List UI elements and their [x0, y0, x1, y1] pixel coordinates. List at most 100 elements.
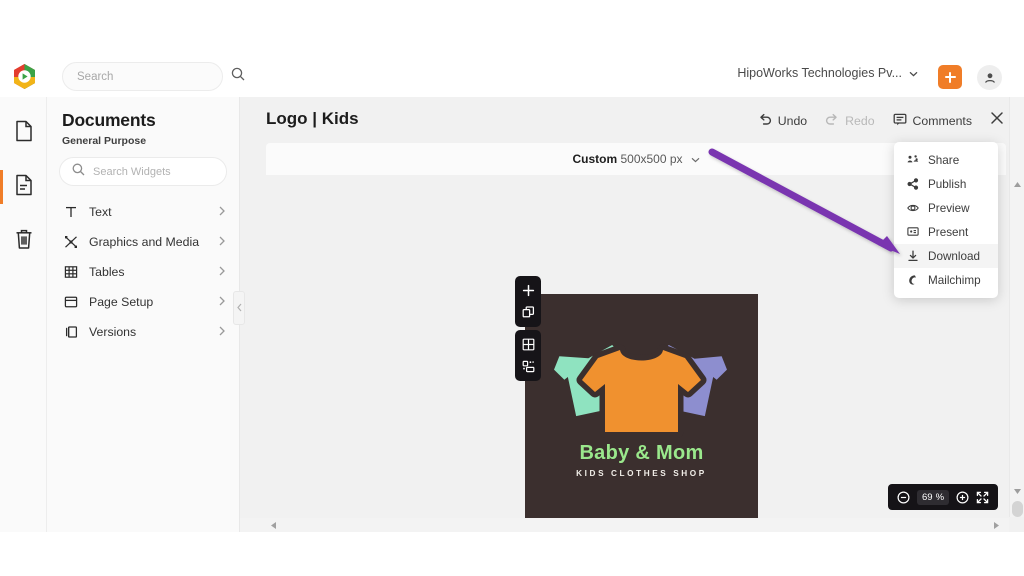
menu-item-label: Present — [928, 225, 969, 239]
caret-down-icon[interactable] — [1010, 484, 1024, 499]
global-search-input[interactable] — [77, 70, 231, 83]
menu-item-preview[interactable]: Preview — [894, 196, 998, 220]
zoom-in-circle-icon[interactable] — [956, 490, 969, 504]
eye-preview-icon — [906, 202, 919, 214]
grid-icon[interactable] — [522, 338, 535, 351]
undo-label: Undo — [777, 113, 808, 128]
artboard[interactable]: Baby & Mom KIDS CLOTHES SHOP — [525, 294, 758, 527]
canvas-layout-toolbar — [515, 330, 541, 381]
widget-search-input[interactable] — [93, 165, 235, 178]
comments-label: Comments — [912, 113, 972, 128]
editor-header-actions: Undo Redo Comments — [758, 111, 1004, 130]
menu-item-present[interactable]: Present — [894, 220, 998, 244]
menu-item-publish[interactable]: Publish — [894, 172, 998, 196]
versions-layers-icon — [63, 325, 78, 339]
widget-item-versions[interactable]: Versions — [47, 317, 240, 347]
zoho-hexagon-logo-icon[interactable] — [11, 63, 38, 90]
graphics-media-icon — [63, 235, 78, 249]
widget-item-label: Tables — [89, 265, 125, 279]
vertical-scrollbar-thumb[interactable] — [1012, 501, 1023, 517]
chevron-right-icon — [219, 236, 225, 249]
widget-item-text[interactable]: Text — [47, 197, 240, 227]
left-icon-rail — [0, 97, 47, 576]
top-bar: HipoWorks Technologies Pv... — [0, 0, 1024, 97]
redo-label: Redo — [845, 113, 875, 128]
comments-button[interactable]: Comments — [893, 113, 972, 129]
widget-item-graphics-and-media[interactable]: Graphics and Media — [47, 227, 240, 257]
plus-icon[interactable] — [522, 284, 535, 297]
duplicate-page-icon[interactable] — [522, 306, 535, 319]
redo-arrow-icon — [825, 113, 839, 129]
widget-item-page-setup[interactable]: Page Setup — [47, 287, 240, 317]
canvas-size-preset: Custom — [572, 152, 618, 166]
text-t-icon — [63, 205, 78, 219]
document-lines-icon — [14, 174, 34, 201]
caret-up-icon[interactable] — [1010, 177, 1024, 192]
widgets-panel: Documents General Purpose Text — [47, 97, 240, 576]
app-window: HipoWorks Technologies Pv... — [0, 0, 1024, 576]
chevron-right-icon — [219, 296, 225, 309]
menu-item-share[interactable]: Share — [894, 148, 998, 172]
widget-item-label: Graphics and Media — [89, 235, 200, 249]
org-selector[interactable]: HipoWorks Technologies Pv... — [737, 66, 918, 80]
menu-item-label: Share — [928, 153, 960, 167]
logo-artwork — [554, 344, 727, 438]
document-actions-menu: Share Publish Preview Present Download M… — [894, 142, 998, 298]
presentation-screen-icon — [906, 226, 919, 238]
chevron-down-icon — [909, 66, 918, 80]
zoom-out-circle-icon[interactable] — [897, 490, 910, 504]
undo-button[interactable]: Undo — [758, 113, 807, 129]
page-title: Logo | Kids — [266, 109, 359, 128]
footer-strip — [0, 532, 1024, 576]
menu-item-mailchimp[interactable]: Mailchimp — [894, 268, 998, 292]
logo-brand-name: Baby & Mom — [579, 442, 704, 464]
rail-item-document[interactable] — [0, 164, 47, 210]
widget-item-label: Page Setup — [89, 295, 154, 309]
editor-header: Logo | Kids Undo Redo Comments — [240, 97, 1024, 143]
horizontal-scrollbar[interactable] — [240, 518, 1009, 532]
close-editor-button[interactable] — [990, 111, 1004, 130]
widget-item-tables[interactable]: Tables — [47, 257, 240, 287]
widget-search-box[interactable] — [59, 157, 235, 186]
page-setup-icon — [63, 295, 78, 309]
zoom-number: 69 — [921, 491, 933, 503]
widget-list: Text Graphics and Media Tables Page Setu… — [47, 197, 240, 347]
rail-item-pages[interactable] — [0, 110, 47, 156]
share-people-icon — [906, 154, 919, 166]
trash-icon — [14, 228, 34, 255]
panel-collapse-handle[interactable] — [233, 291, 245, 325]
zoom-level-value[interactable]: 69 % — [916, 489, 950, 505]
chevron-left-icon — [236, 303, 242, 314]
table-grid-icon — [63, 265, 78, 279]
panel-subtitle: General Purpose — [62, 135, 147, 147]
download-arrow-icon — [906, 250, 919, 262]
user-avatar[interactable] — [977, 65, 1002, 90]
canvas-add-toolbar — [515, 276, 541, 327]
vertical-scrollbar[interactable] — [1009, 97, 1024, 517]
caret-right-icon[interactable] — [989, 518, 1003, 532]
publish-share-node-icon — [906, 178, 919, 190]
add-new-button[interactable] — [938, 65, 962, 89]
search-icon — [231, 67, 245, 86]
canvas-size-value: 500x500 px — [620, 152, 683, 166]
search-icon — [72, 163, 85, 181]
org-name-label: HipoWorks Technologies Pv... — [737, 66, 902, 80]
global-search-box[interactable] — [62, 62, 245, 91]
caret-left-icon[interactable] — [266, 518, 280, 532]
redo-button[interactable]: Redo — [825, 113, 875, 129]
fullscreen-expand-icon[interactable] — [976, 491, 989, 504]
zoom-unit: % — [935, 491, 945, 503]
undo-arrow-icon — [758, 113, 772, 129]
layout-blocks-icon[interactable] — [522, 360, 535, 373]
menu-item-label: Publish — [928, 177, 967, 191]
blank-page-icon — [14, 120, 34, 147]
chevron-right-icon — [219, 206, 225, 219]
menu-item-download[interactable]: Download — [894, 244, 998, 268]
menu-item-label: Preview — [928, 201, 970, 215]
logo-tagline: KIDS CLOTHES SHOP — [576, 469, 707, 478]
chevron-down-icon[interactable] — [691, 150, 700, 168]
rail-item-trash[interactable] — [0, 218, 47, 264]
canvas-size-label: Custom 500x500 px — [572, 152, 682, 166]
zoom-control: 69 % — [888, 484, 998, 510]
menu-item-label: Download — [928, 249, 980, 263]
